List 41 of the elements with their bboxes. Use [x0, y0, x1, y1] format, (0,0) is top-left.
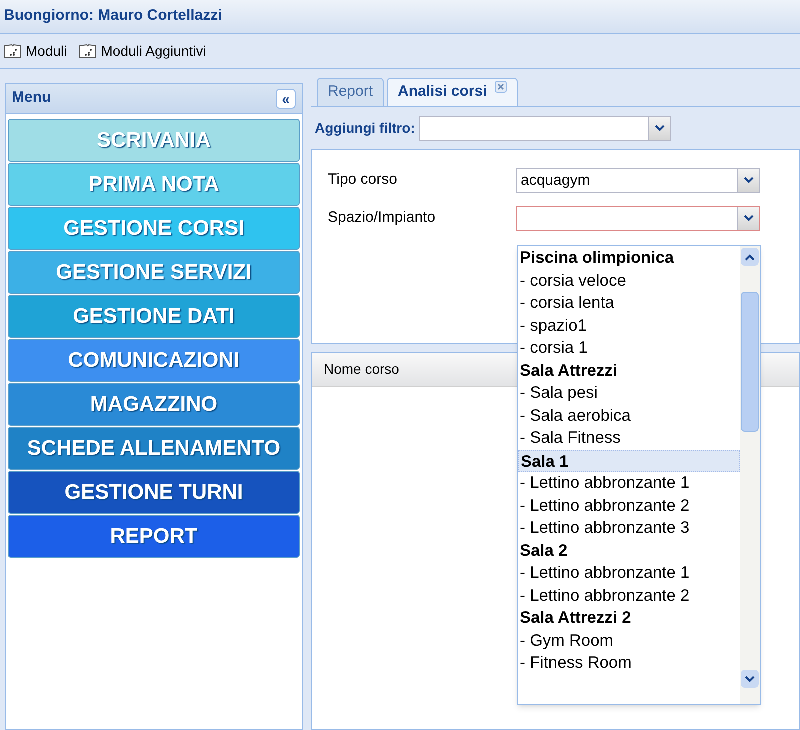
- field-label: Spazio/Impianto: [328, 208, 437, 228]
- column-header[interactable]: Nome corso: [324, 359, 400, 380]
- menu-item[interactable]: GESTIONE TURNI: [8, 471, 300, 514]
- option[interactable]: - Lettino abbronzante 1: [518, 562, 740, 584]
- menu-item[interactable]: REPORT: [8, 515, 300, 558]
- option-group[interactable]: Sala 2: [518, 540, 740, 562]
- option-group[interactable]: Sala Attrezzi: [518, 360, 740, 382]
- option[interactable]: - Lettino abbronzante 2: [518, 494, 740, 517]
- option[interactable]: - Lettino abbronzante 2: [518, 584, 740, 607]
- toolbar-button[interactable]: Moduli Aggiuntivi: [79, 40, 206, 62]
- menu-item[interactable]: SCHEDE ALLENAMENTO: [8, 427, 300, 470]
- close-icon[interactable]: [495, 81, 508, 93]
- option[interactable]: - Sala aerobica: [518, 404, 740, 427]
- option[interactable]: - Lettino abbronzante 3: [518, 517, 740, 540]
- option[interactable]: - Lettino abbronzante 1: [518, 472, 740, 494]
- option-group[interactable]: Sala Attrezzi 2: [518, 607, 740, 630]
- scrollbar[interactable]: [740, 246, 760, 704]
- menu-item[interactable]: MAGAZZINO: [8, 383, 300, 426]
- option-group[interactable]: Sala 1: [518, 450, 740, 472]
- option[interactable]: - spazio1: [518, 314, 740, 337]
- select-field[interactable]: acquagym: [516, 168, 760, 193]
- option[interactable]: - Fitness Room: [518, 652, 740, 674]
- select-field[interactable]: [516, 206, 760, 231]
- field-label: Tipo corso: [328, 170, 398, 190]
- tab[interactable]: Analisi corsi: [387, 78, 518, 106]
- option[interactable]: - Gym Room: [518, 630, 740, 652]
- option[interactable]: - corsia 1: [518, 337, 740, 360]
- greeting-text: Buongiorno: Mauro Cortellazzi: [4, 6, 222, 26]
- option[interactable]: - Sala pesi: [518, 382, 740, 404]
- tab[interactable]: Report: [317, 78, 384, 106]
- option[interactable]: - corsia lenta: [518, 292, 740, 314]
- option[interactable]: - Sala Fitness: [518, 427, 740, 450]
- menu-title: Menu: [12, 88, 52, 108]
- book-icon: [4, 43, 22, 59]
- option[interactable]: - corsia veloce: [518, 270, 740, 292]
- option-group[interactable]: Piscina olimpionica: [518, 247, 740, 270]
- filter-combo[interactable]: [419, 116, 672, 140]
- filter-label: Aggiungi filtro:: [315, 118, 416, 138]
- book-icon: [79, 43, 98, 59]
- toolbar-button[interactable]: Moduli: [4, 40, 68, 62]
- collapse-button[interactable]: «: [276, 88, 296, 108]
